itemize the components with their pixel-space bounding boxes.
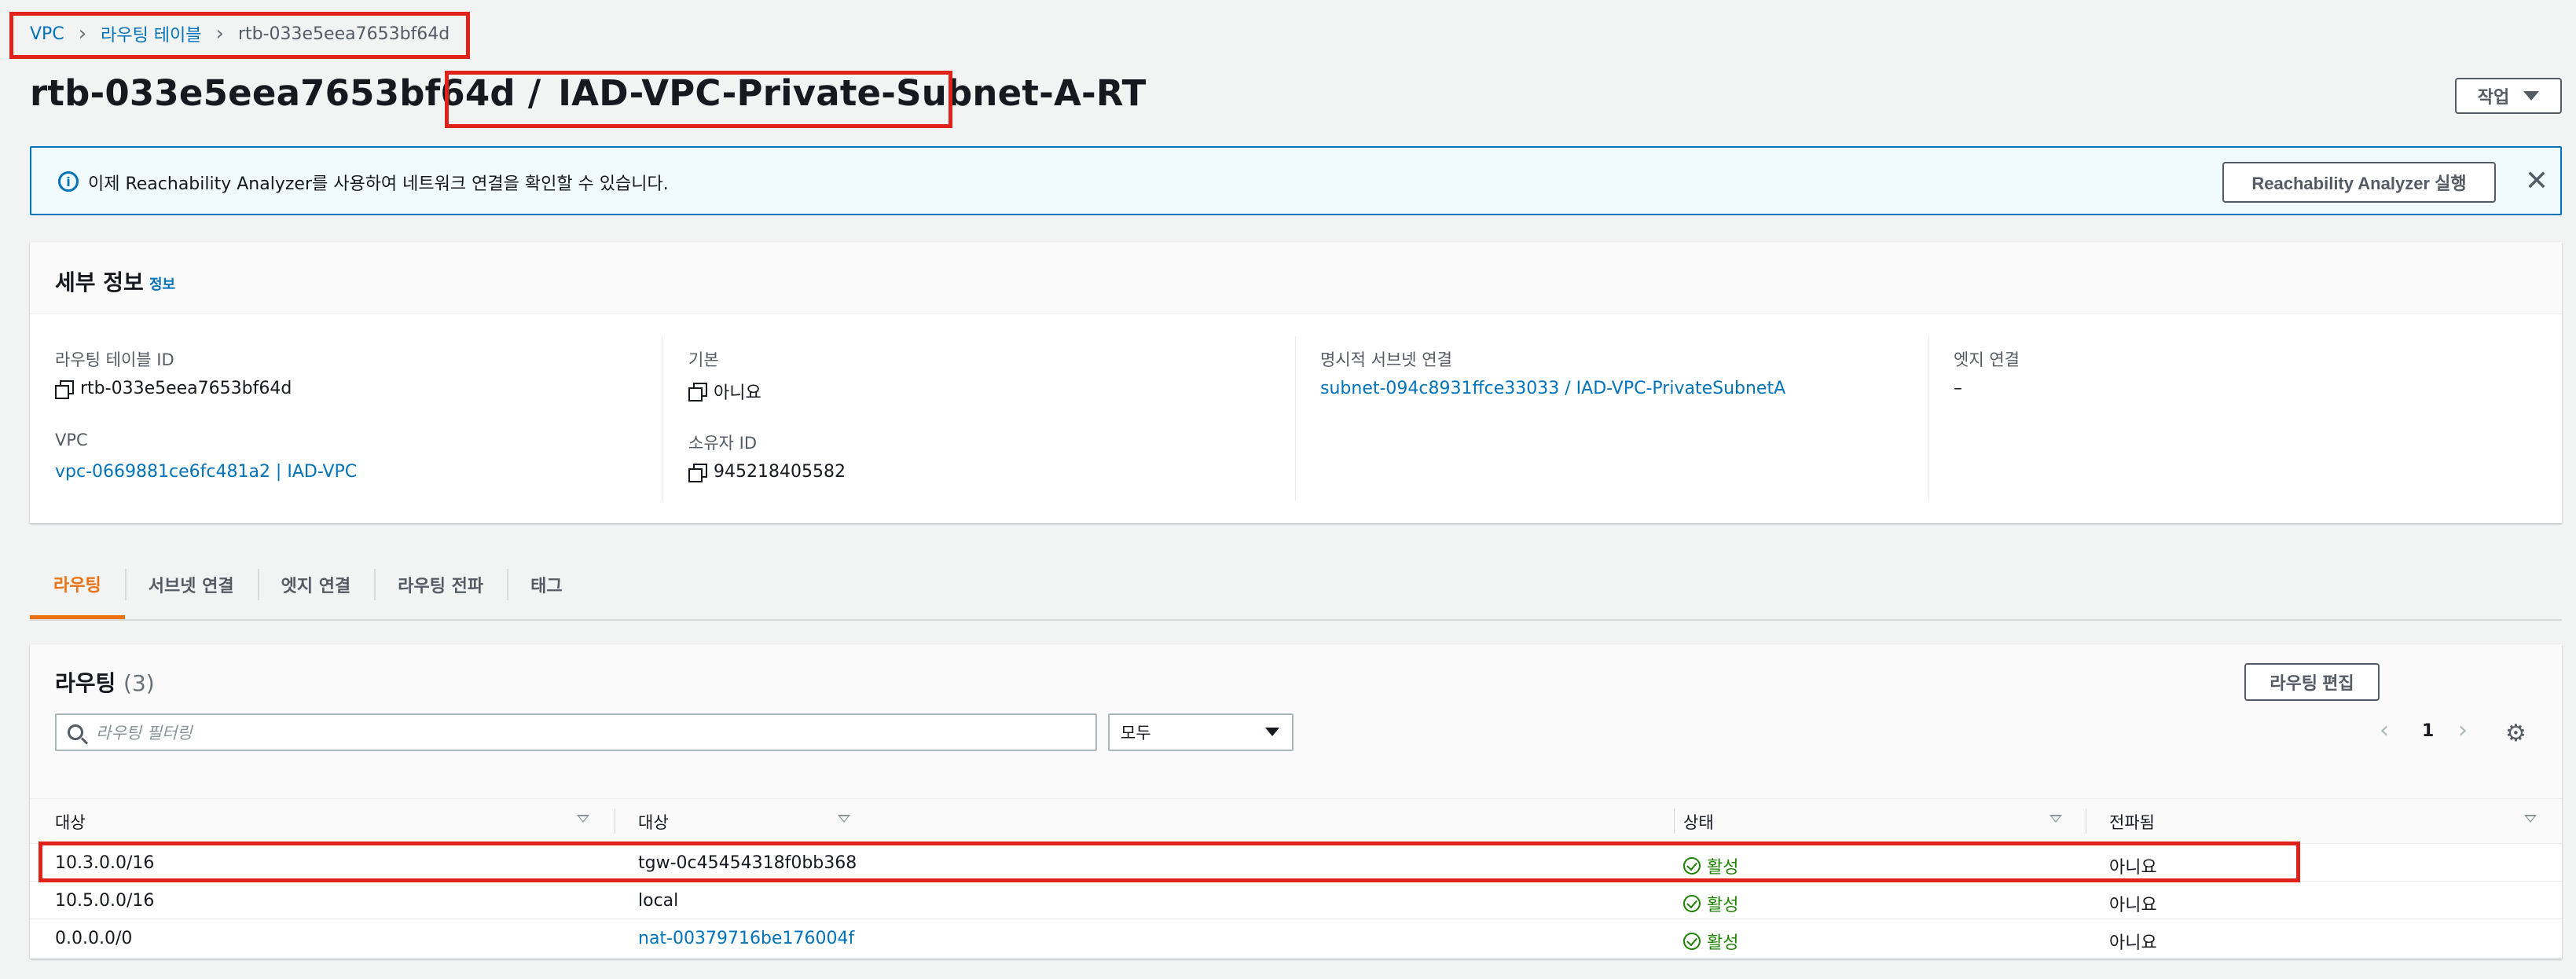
route-status: 활성 (1683, 891, 1738, 916)
copy-icon[interactable] (688, 463, 707, 482)
check-circle-icon (1683, 857, 1701, 874)
table-row[interactable]: 10.5.0.0/16 local 활성 아니요 (30, 882, 2562, 919)
info-banner: i 이제 Reachability Analyzer를 사용하여 네트워크 연결… (30, 146, 2562, 215)
routes-title-text: 라우팅 (55, 670, 116, 696)
copy-icon[interactable] (688, 383, 707, 402)
column-header-status[interactable]: 상태 (1683, 810, 1714, 834)
owner-id-text: 945218405582 (714, 462, 846, 482)
sort-icon[interactable] (2524, 815, 2537, 823)
tab-edge-associations[interactable]: 엣지 연결 (257, 550, 375, 619)
banner-text: 이제 Reachability Analyzer를 사용하여 네트워크 연결을 … (88, 174, 669, 194)
column-divider (1928, 336, 1929, 501)
info-icon: i (58, 171, 79, 192)
page-number[interactable]: 1 (2422, 721, 2434, 741)
explicit-subnet-label: 명시적 서브넷 연결 (1320, 350, 1452, 369)
column-divider (1674, 808, 1675, 834)
route-filter-placeholder: 라우팅 필터링 (96, 724, 193, 742)
routes-title: 라우팅 (3) (55, 666, 155, 698)
route-target: local (638, 891, 679, 911)
caret-down-icon (1265, 728, 1279, 736)
breadcrumb: VPC › 라우팅 테이블 › rtb-033e5eea7653bf64d (30, 20, 450, 47)
route-table-id-value: rtb-033e5eea7653bf64d (55, 379, 292, 399)
route-filter-select-value: 모두 (1121, 724, 1151, 742)
routes-header: 라우팅 (3) 라우팅 편집 라우팅 필터링 모두 ‹ 1 › ⚙ (30, 644, 2562, 798)
column-header-destination[interactable]: 대상 (55, 810, 86, 834)
details-title: 세부 정보 (55, 270, 144, 295)
page-title-name: IAD-VPC-Private-Subnet-A-RT (558, 72, 1147, 114)
table-row[interactable]: 10.3.0.0/16 tgw-0c45454318f0bb368 활성 아니요 (30, 844, 2562, 882)
main-value: 아니요 (688, 379, 761, 404)
vpc-link[interactable]: vpc-0669881ce6fc481a2 | IAD-VPC (55, 462, 357, 482)
chevron-right-icon[interactable]: › (2458, 717, 2468, 744)
route-status: 활성 (1683, 853, 1738, 878)
sort-icon[interactable] (577, 815, 589, 823)
tab-subnet-associations[interactable]: 서브넷 연결 (124, 550, 258, 619)
route-propagated: 아니요 (2109, 933, 2157, 953)
actions-label: 작업 (2477, 87, 2510, 107)
route-status-text: 활성 (1707, 858, 1739, 878)
routes-count: (3) (123, 670, 155, 696)
tab-bar: 라우팅 서브넷 연결 엣지 연결 라우팅 전파 태그 (30, 550, 2562, 621)
chevron-right-icon: › (215, 22, 224, 46)
check-circle-icon (1683, 933, 1701, 950)
search-icon (68, 724, 83, 740)
breadcrumb-route-tables-link[interactable]: 라우팅 테이블 (101, 21, 201, 46)
route-status-text: 활성 (1707, 896, 1739, 915)
details-panel: 세부 정보 정보 라우팅 테이블 ID rtb-033e5eea7653bf64… (30, 242, 2562, 523)
route-propagated: 아니요 (2109, 858, 2157, 878)
chevron-right-icon: › (78, 22, 87, 46)
details-info-link[interactable]: 정보 (149, 273, 175, 294)
route-destination: 0.0.0.0/0 (55, 929, 133, 948)
chevron-left-icon[interactable]: ‹ (2380, 717, 2389, 744)
route-filter-input[interactable]: 라우팅 필터링 (55, 713, 1097, 751)
route-status: 활성 (1683, 929, 1738, 954)
page-title-separator: / (527, 72, 541, 114)
caret-down-icon (2523, 91, 2540, 101)
route-destination: 10.3.0.0/16 (55, 853, 155, 873)
route-target-link[interactable]: nat-00379716be176004f (638, 929, 854, 948)
breadcrumb-current: rtb-033e5eea7653bf64d (237, 24, 450, 44)
route-filter-select[interactable]: 모두 (1108, 713, 1294, 751)
owner-id-label: 소유자 ID (688, 434, 757, 453)
column-divider (1295, 336, 1296, 501)
page-title-id: rtb-033e5eea7653bf64d (30, 72, 516, 114)
owner-id-value: 945218405582 (688, 462, 846, 482)
routes-panel: 라우팅 (3) 라우팅 편집 라우팅 필터링 모두 ‹ 1 › ⚙ 대상 대상 … (30, 644, 2562, 959)
vpc-label: VPC (55, 431, 88, 449)
column-header-target[interactable]: 대상 (638, 810, 669, 834)
edit-routes-button[interactable]: 라우팅 편집 (2244, 663, 2380, 701)
copy-icon[interactable] (55, 380, 74, 399)
actions-button[interactable]: 작업 (2455, 78, 2562, 114)
explicit-subnet-link[interactable]: subnet-094c8931ffce33033 / IAD-VPC-Priva… (1320, 379, 1785, 398)
routes-table-header: 대상 대상 상태 전파됨 (30, 798, 2562, 844)
route-table-id-label: 라우팅 테이블 ID (55, 350, 174, 369)
route-destination: 10.5.0.0/16 (55, 891, 155, 911)
close-icon[interactable]: ✕ (2521, 163, 2552, 198)
tab-route-propagation[interactable]: 라우팅 전파 (374, 550, 507, 619)
sort-icon[interactable] (838, 815, 850, 823)
run-reachability-analyzer-button[interactable]: Reachability Analyzer 실행 (2222, 162, 2496, 203)
main-label: 기본 (688, 350, 719, 369)
main-text: 아니요 (714, 383, 761, 403)
sort-icon[interactable] (2049, 815, 2062, 823)
route-status-text: 활성 (1707, 933, 1739, 953)
check-circle-icon (1683, 895, 1701, 912)
route-table-id-text: rtb-033e5eea7653bf64d (80, 379, 292, 398)
tab-tags[interactable]: 태그 (507, 550, 585, 619)
route-propagated: 아니요 (2109, 896, 2157, 915)
page-title: rtb-033e5eea7653bf64d / IAD-VPC-Private-… (30, 72, 1147, 114)
route-target: tgw-0c45454318f0bb368 (638, 853, 857, 873)
tab-routes[interactable]: 라우팅 (30, 548, 125, 619)
breadcrumb-vpc-link[interactable]: VPC (30, 24, 64, 44)
edge-association-label: 엣지 연결 (1954, 350, 2020, 369)
table-row[interactable]: 0.0.0.0/0 nat-00379716be176004f 활성 아니요 (30, 919, 2562, 957)
details-header: 세부 정보 정보 (30, 242, 2562, 314)
edge-association-value: – (1954, 379, 1962, 398)
gear-icon[interactable]: ⚙ (2505, 720, 2526, 747)
column-header-propagated[interactable]: 전파됨 (2109, 810, 2155, 834)
